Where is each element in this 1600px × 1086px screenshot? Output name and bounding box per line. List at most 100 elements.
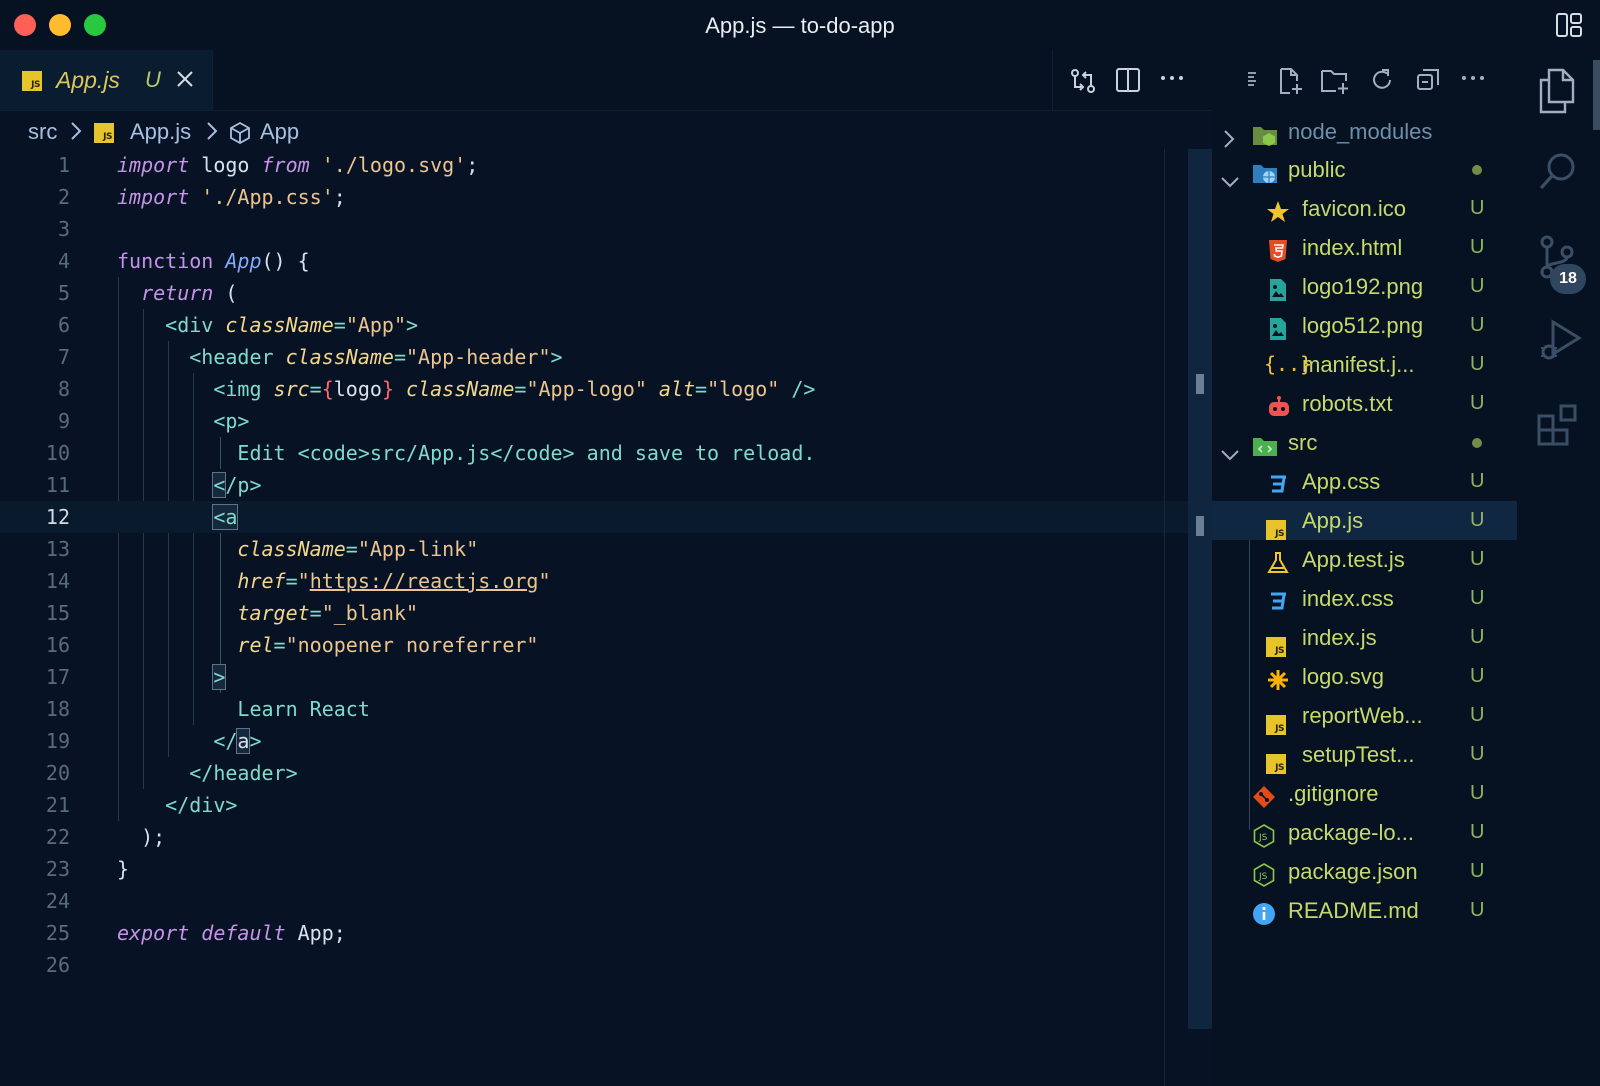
token: }	[381, 377, 394, 401]
breadcrumb-folder[interactable]: src	[28, 119, 57, 145]
tree-file-report-web-vitals[interactable]: JS reportWeb... U	[1212, 696, 1517, 735]
code-line: 7 <header className="App-header">	[0, 341, 1188, 373]
code-line: 18 Learn React	[0, 693, 1188, 725]
tree-folder-public[interactable]: public	[1212, 150, 1517, 189]
token: =	[273, 633, 286, 657]
line-number: 19	[45, 729, 70, 753]
token: className	[237, 537, 346, 561]
tree-file-index-html[interactable]: index.html U	[1212, 228, 1517, 267]
line-number: 2	[57, 185, 70, 209]
token: =	[514, 377, 527, 401]
tree-file-package-lock[interactable]: JS package-lo... U	[1212, 813, 1517, 852]
run-debug-icon[interactable]	[1537, 318, 1583, 369]
image-icon	[1266, 275, 1290, 301]
token: "App"	[345, 313, 407, 337]
line-number: 18	[45, 697, 70, 721]
code-line: 24	[0, 885, 1188, 917]
git-status: U	[1470, 392, 1485, 414]
tree-file-manifest[interactable]: {..} manifest.j... U	[1212, 345, 1517, 384]
scrollbar-marker	[1196, 516, 1204, 536]
token: ;	[466, 153, 479, 177]
js-file-icon: JS	[22, 71, 42, 91]
git-status: U	[1470, 197, 1485, 219]
token: </header>	[189, 761, 298, 785]
token: =	[285, 569, 298, 593]
code-line: 15 target="_blank"	[0, 597, 1188, 629]
tree-file-favicon[interactable]: favicon.ico U	[1212, 189, 1517, 228]
tree-item-label: favicon.ico	[1302, 196, 1406, 221]
code-line: 22 );	[0, 821, 1188, 853]
tree-file-gitignore[interactable]: .gitignore U	[1212, 774, 1517, 813]
tree-item-label: robots.txt	[1302, 391, 1393, 416]
close-icon[interactable]	[176, 70, 194, 93]
code-line-current: 12 <a	[0, 501, 1188, 533]
tab-app-js[interactable]: JS App.js U	[0, 50, 213, 110]
new-folder-icon[interactable]	[1320, 67, 1350, 100]
git-status: U	[1470, 665, 1485, 687]
line-number: 4	[57, 249, 70, 273]
token: and save to reload.	[574, 441, 816, 465]
js-file-icon: JS	[1266, 704, 1290, 735]
js-file-icon: JS	[1266, 626, 1290, 657]
tree-file-package-json[interactable]: JS package.json U	[1212, 852, 1517, 891]
nodejs-icon: JS	[1252, 821, 1276, 848]
token: >	[212, 664, 227, 690]
tree-file-robots[interactable]: robots.txt U	[1212, 384, 1517, 423]
code-editor[interactable]: 1 import logo from './logo.svg'; 2 import …	[0, 149, 1188, 1086]
open-changes-icon[interactable]	[1069, 67, 1097, 100]
tree-file-app-css[interactable]: App.css U	[1212, 462, 1517, 501]
line-number: 15	[45, 601, 70, 625]
editor-scrollbar[interactable]	[1188, 149, 1212, 1029]
tree-file-logo192[interactable]: logo192.png U	[1212, 267, 1517, 306]
nodejs-icon: JS	[1252, 860, 1276, 887]
tree-folder-src[interactable]: src	[1212, 423, 1517, 462]
breadcrumb-file[interactable]: App.js	[130, 119, 191, 145]
code-link[interactable]: https://reactjs.org	[310, 569, 539, 593]
git-status: U	[1470, 626, 1485, 648]
tree-file-index-js[interactable]: JS index.js U	[1212, 618, 1517, 657]
tree-file-logo512[interactable]: logo512.png U	[1212, 306, 1517, 345]
collapse-sidebar-icon[interactable]	[1246, 67, 1258, 98]
token: <code>	[297, 441, 370, 465]
token: export	[117, 921, 190, 945]
token: <div	[165, 313, 214, 337]
token: />	[791, 377, 816, 401]
explorer-icon[interactable]	[1537, 68, 1577, 119]
tree-file-index-css[interactable]: index.css U	[1212, 579, 1517, 618]
tree-file-setup-tests[interactable]: JS setupTest... U	[1212, 735, 1517, 774]
tree-item-label: logo512.png	[1302, 313, 1424, 338]
code-line: 16 rel="noopener noreferrer"	[0, 629, 1188, 661]
token: =	[309, 601, 322, 625]
token: src	[273, 377, 310, 401]
code-line: 5 return (	[0, 277, 1188, 309]
token: () {	[261, 249, 310, 273]
more-actions-icon[interactable]	[1460, 65, 1486, 96]
more-actions-icon[interactable]	[1159, 65, 1185, 96]
breadcrumb-symbol[interactable]: App	[260, 119, 299, 145]
token: "	[538, 569, 551, 593]
tree-folder-node-modules[interactable]: node_modules	[1212, 112, 1517, 151]
split-editor-icon[interactable]	[1115, 67, 1141, 98]
token: src/App.js	[369, 441, 491, 465]
token: =	[309, 377, 322, 401]
flask-icon	[1266, 548, 1290, 573]
extensions-icon[interactable]	[1537, 402, 1583, 453]
tree-file-app-js[interactable]: JS App.js U	[1212, 501, 1517, 540]
new-file-icon[interactable]	[1276, 67, 1304, 100]
line-number: 8	[57, 377, 70, 401]
refresh-icon[interactable]	[1369, 67, 1395, 98]
line-number: 5	[57, 281, 70, 305]
search-icon[interactable]	[1537, 150, 1579, 197]
collapse-all-icon[interactable]	[1415, 67, 1441, 98]
tree-file-readme[interactable]: README.md U	[1212, 891, 1517, 930]
tree-file-logo-svg[interactable]: logo.svg U	[1212, 657, 1517, 696]
customize-layout-icon[interactable]	[1556, 13, 1582, 42]
git-status: U	[1470, 860, 1485, 882]
token: className	[225, 313, 334, 337]
sidebar-scrollbar[interactable]	[1593, 60, 1600, 130]
git-status: U	[1470, 353, 1485, 375]
line-number: 21	[45, 793, 70, 817]
token: href	[237, 569, 286, 593]
tree-file-app-test-js[interactable]: App.test.js U	[1212, 540, 1517, 579]
line-number: 17	[45, 665, 70, 689]
